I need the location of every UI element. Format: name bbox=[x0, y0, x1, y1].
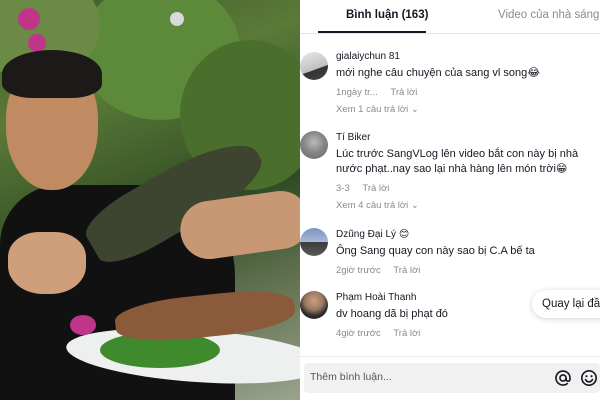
smiley-icon[interactable] bbox=[580, 369, 598, 387]
reply-button[interactable]: Trả lời bbox=[362, 183, 389, 194]
comment-meta: 1ngày tr... Trả lời bbox=[336, 87, 594, 98]
smiling-emoji-icon: 😊 bbox=[398, 229, 410, 240]
at-sign-icon[interactable] bbox=[554, 369, 572, 387]
reply-button[interactable]: Trả lời bbox=[393, 328, 420, 339]
comment-meta: 4giờ trước Trả lời bbox=[336, 328, 594, 339]
comment-username[interactable]: gialaiychun 81 bbox=[336, 50, 594, 63]
person-photo-icon[interactable] bbox=[300, 291, 328, 319]
chevron-down-icon: ⌄ bbox=[410, 104, 419, 115]
comment-text: mới nghe câu chuyện của sang vl song😂 bbox=[336, 67, 541, 79]
comment-input-placeholder: Thêm bình luận... bbox=[310, 371, 392, 383]
tab-active-indicator bbox=[318, 31, 426, 33]
person-hand bbox=[8, 232, 86, 294]
reply-button[interactable]: Trả lời bbox=[393, 265, 420, 276]
tab-creator-videos[interactable]: Video của nhà sáng tạ bbox=[498, 9, 600, 21]
chevron-down-icon: ⌄ bbox=[410, 200, 419, 211]
back-to-top-button[interactable]: Quay lại đầu bbox=[532, 290, 600, 318]
orchid-garnish bbox=[70, 315, 96, 335]
comment-text: Lúc trước SangVLog lên video bắt con này… bbox=[336, 148, 579, 175]
video-frame[interactable] bbox=[0, 0, 300, 400]
orchid-flower bbox=[18, 8, 40, 30]
comment-meta: 2giờ trước Trả lời bbox=[336, 265, 594, 276]
grinning-emoji-icon: 😁 bbox=[555, 163, 568, 175]
comment-time: 4giờ trước bbox=[336, 328, 381, 339]
white-flower bbox=[170, 12, 184, 26]
reply-button[interactable]: Trả lời bbox=[390, 87, 417, 98]
comment-meta: 3-3 Trả lời bbox=[336, 183, 594, 194]
comment-username[interactable]: Tí Biker bbox=[336, 131, 594, 144]
view-replies-button[interactable]: Xem 4 câu trả lời ⌄ bbox=[336, 200, 594, 211]
laughing-emoji-icon: 😂 bbox=[527, 67, 541, 79]
comment-composer: Thêm bình luận... bbox=[300, 356, 600, 400]
comment-input[interactable]: Thêm bình luận... bbox=[304, 363, 600, 393]
comment-time: 2giờ trước bbox=[336, 265, 381, 276]
tab-bar: Bình luận (163) Video của nhà sáng tạ bbox=[300, 0, 600, 34]
person-hair bbox=[2, 50, 102, 98]
tab-comments[interactable]: Bình luận (163) bbox=[346, 9, 428, 21]
comment-time: 3-3 bbox=[336, 183, 350, 194]
person-photo-icon[interactable] bbox=[300, 52, 328, 80]
comment-time: 1ngày tr... bbox=[336, 87, 378, 98]
person-photo-icon[interactable] bbox=[300, 131, 328, 159]
comment-panel: Bình luận (163) Video của nhà sáng tạ gi… bbox=[300, 0, 600, 400]
comment-username[interactable]: Dzũng Đại Lý 😊 bbox=[336, 228, 594, 241]
view-replies-button[interactable]: Xem 1 câu trả lời ⌄ bbox=[336, 104, 594, 115]
person-photo-icon[interactable] bbox=[300, 228, 328, 256]
comment-text: Ông Sang quay con này sao bị C.A bế ta bbox=[336, 245, 535, 257]
